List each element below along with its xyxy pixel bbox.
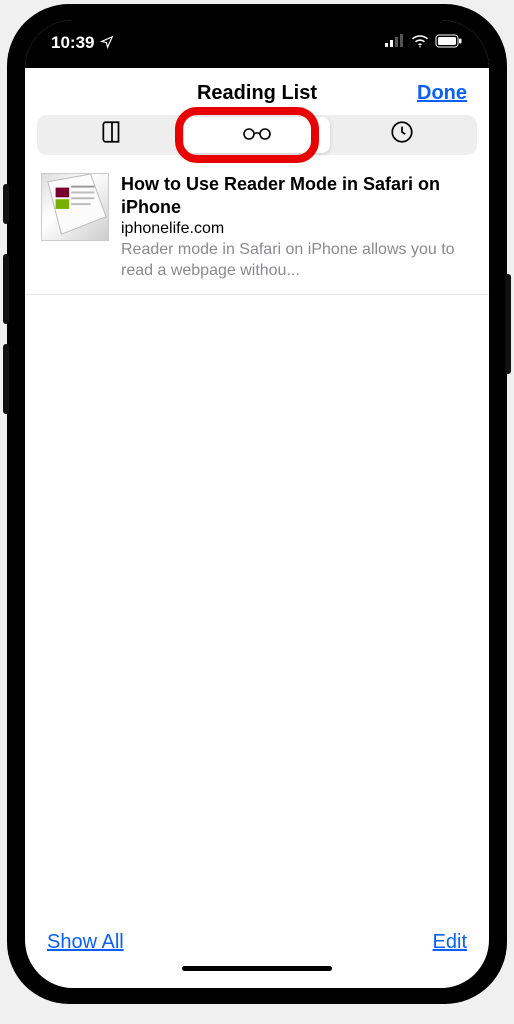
home-indicator[interactable] [25,958,489,988]
list-item-text: How to Use Reader Mode in Safari on iPho… [121,173,473,282]
tab-history[interactable] [330,117,475,153]
glasses-icon [240,122,274,148]
notch [152,20,362,50]
segmented-control [37,115,477,155]
segmented-control-wrap [25,115,489,163]
clock-icon [389,119,415,151]
nav-header: Reading List Done [25,68,489,115]
show-all-button[interactable]: Show All [47,931,124,954]
battery-icon [435,33,463,53]
book-icon [99,119,125,151]
list-item[interactable]: How to Use Reader Mode in Safari on iPho… [25,163,489,295]
mute-switch [3,184,9,224]
status-time: 10:39 [51,33,94,53]
tab-reading-list[interactable] [184,117,329,153]
power-button [505,274,511,374]
article-domain: iphonelife.com [121,220,473,238]
location-arrow-icon [100,35,114,52]
cell-signal-icon [385,33,405,53]
reading-list[interactable]: How to Use Reader Mode in Safari on iPho… [25,163,489,917]
volume-down-button [3,344,9,414]
bottom-toolbar: Show All Edit [25,917,489,958]
phone-frame: 10:39 Reading List Done [7,4,507,1004]
done-button[interactable]: Done [417,82,467,105]
screen: 10:39 Reading List Done [25,20,489,988]
edit-button[interactable]: Edit [433,931,467,954]
page-title: Reading List [43,82,471,105]
article-title: How to Use Reader Mode in Safari on iPho… [121,173,473,218]
tab-bookmarks[interactable] [39,117,184,153]
article-thumbnail [41,173,109,241]
wifi-icon [411,33,429,53]
article-preview: Reader mode in Safari on iPhone allows y… [121,240,473,282]
volume-up-button [3,254,9,324]
